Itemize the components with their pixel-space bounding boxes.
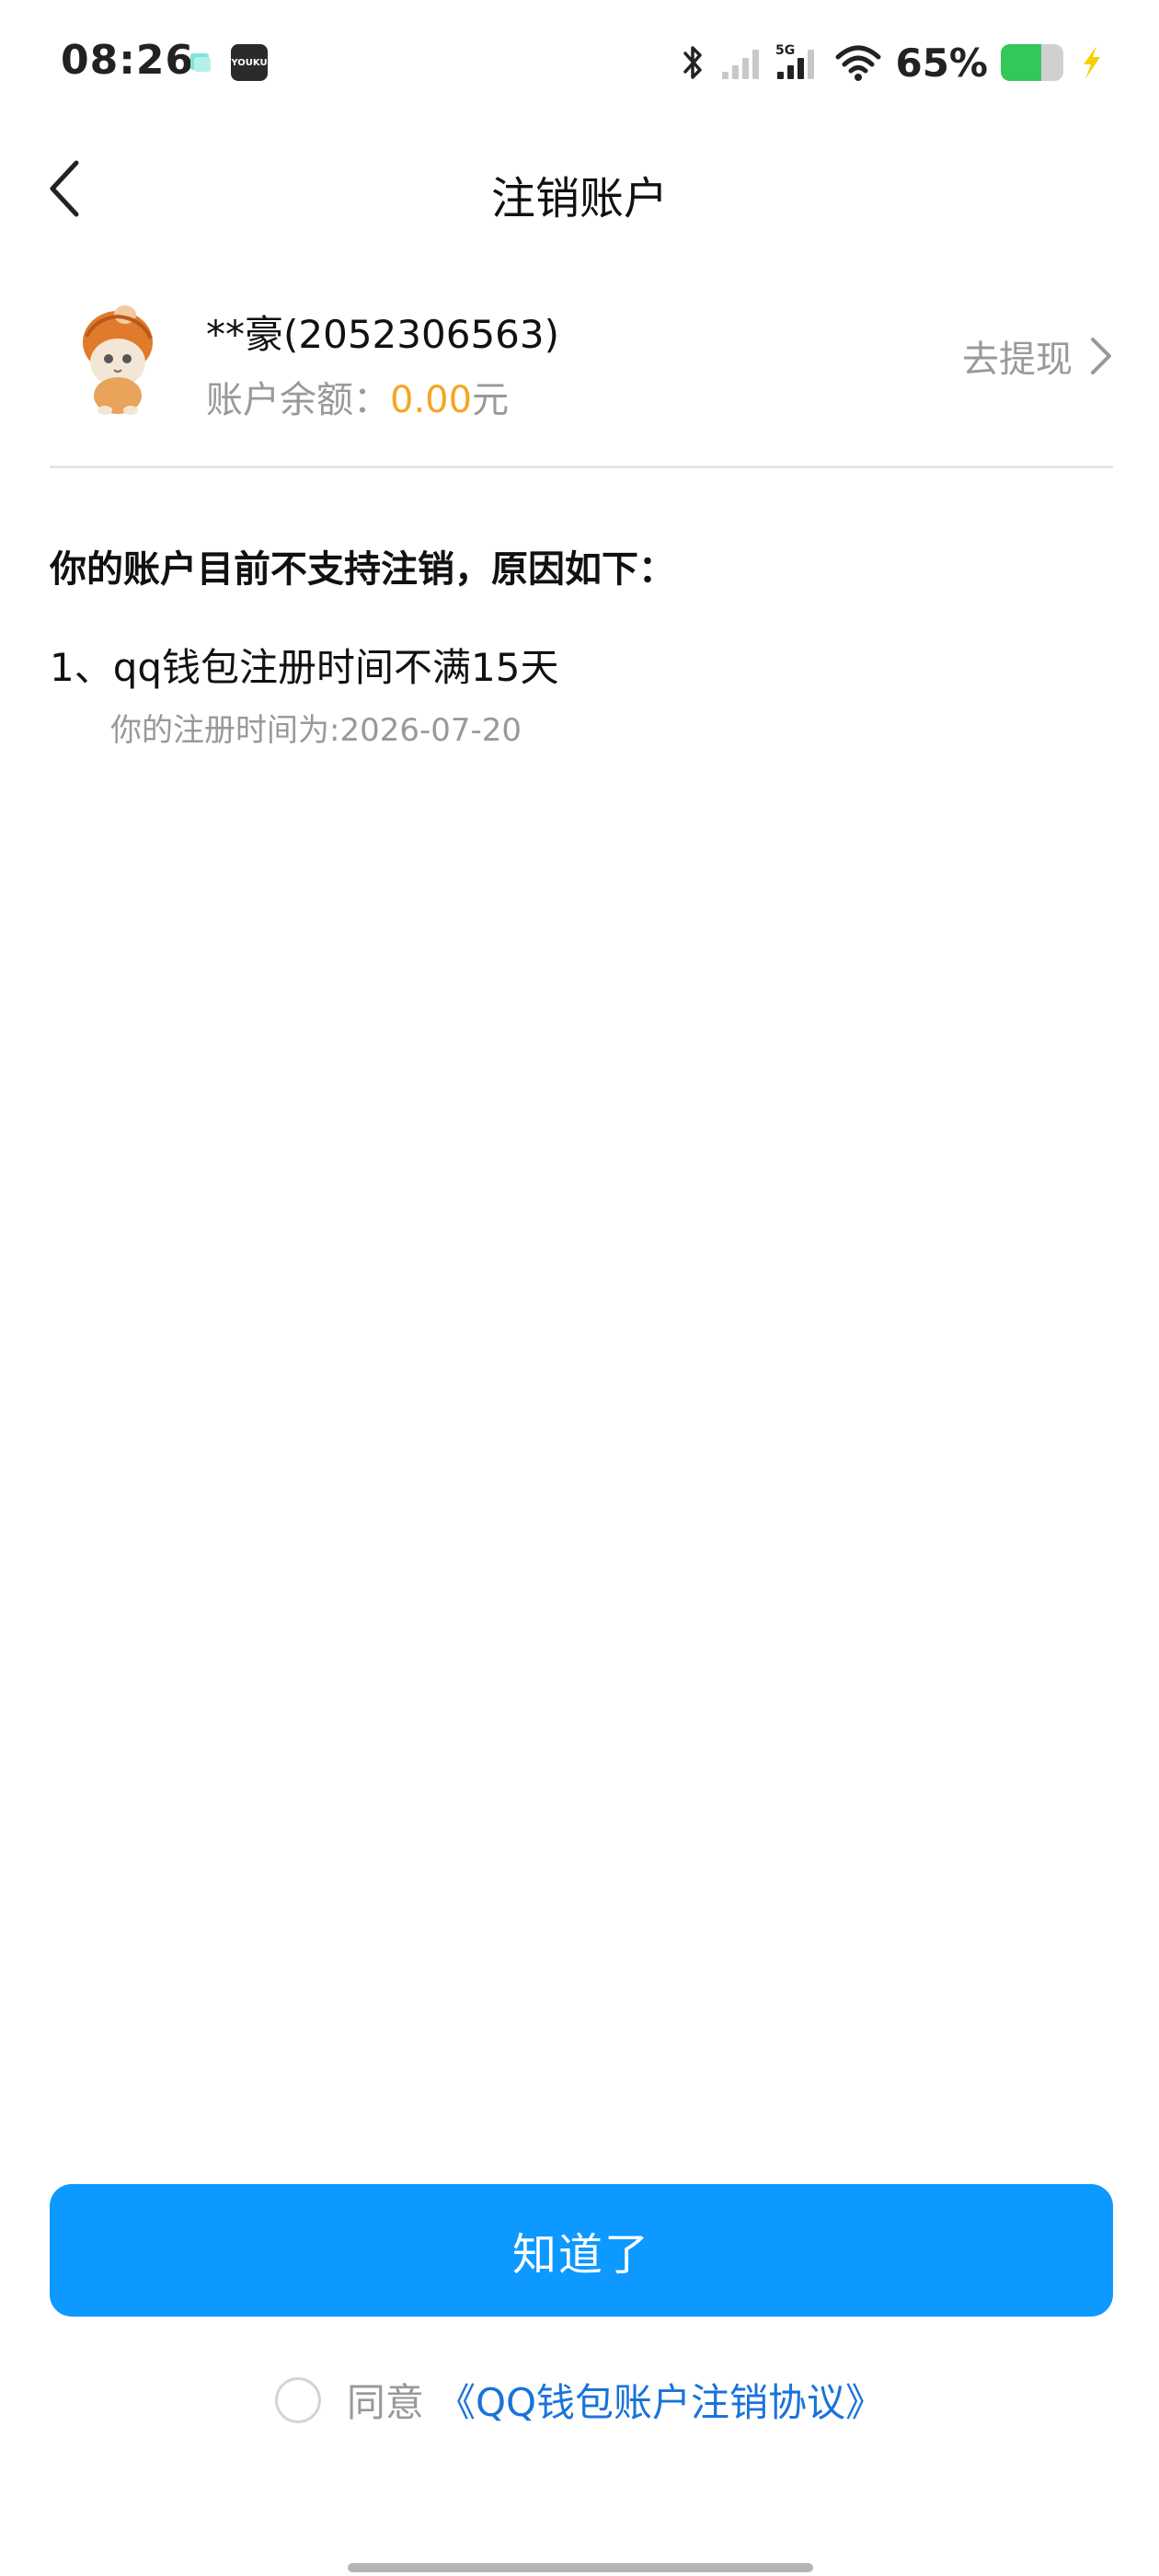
status-bar: 08:26 YOUKU 5G 65% bbox=[0, 0, 1159, 129]
balance-row: 账户余额：0.00元 bbox=[206, 370, 509, 423]
confirm-button[interactable]: 知道了 bbox=[50, 2184, 1113, 2317]
wifi-icon bbox=[835, 45, 881, 81]
bluetooth-icon bbox=[683, 46, 703, 79]
battery-percentage: 65% bbox=[895, 40, 988, 86]
withdraw-label: 去提现 bbox=[962, 339, 1073, 381]
home-indicator[interactable] bbox=[348, 2563, 813, 2572]
reason-item-detail: 你的注册时间为:2026-07-20 bbox=[110, 712, 522, 749]
account-name: **豪(2052306563) bbox=[206, 312, 559, 357]
battery-icon bbox=[1001, 44, 1063, 81]
chevron-right-icon bbox=[1091, 338, 1111, 374]
chat-app-icon bbox=[190, 53, 211, 72]
page-title: 注销账户 bbox=[490, 173, 668, 224]
balance-amount: 0.00 bbox=[390, 379, 473, 421]
account-card: **豪(2052306563) 账户余额：0.00元 去提现 bbox=[50, 285, 1113, 468]
status-indicators: 5G 65% bbox=[680, 37, 1104, 88]
signal-icon bbox=[722, 50, 760, 79]
charging-icon bbox=[1084, 46, 1100, 79]
agree-text: 同意 bbox=[346, 2380, 424, 2425]
signal-5g-icon: 5G bbox=[775, 43, 815, 79]
reason-item-title: 1、qq钱包注册时间不满15天 bbox=[50, 645, 559, 690]
withdraw-button[interactable]: 去提现 bbox=[962, 329, 1113, 383]
network-label: 5G bbox=[775, 43, 795, 58]
balance-unit: 元 bbox=[472, 379, 510, 421]
navigation-bar: 注销账户 bbox=[0, 129, 1159, 248]
agreement-link[interactable]: 《QQ钱包账户注销协议》 bbox=[437, 2372, 884, 2428]
battery-fill bbox=[1001, 44, 1042, 81]
agree-checkbox[interactable] bbox=[274, 2376, 321, 2423]
agreement-row: 同意 《QQ钱包账户注销协议》 bbox=[0, 2372, 1159, 2428]
youku-app-icon: YOUKU bbox=[231, 44, 268, 81]
status-time: 08:26 bbox=[61, 37, 195, 84]
cat-avatar-icon bbox=[83, 305, 153, 415]
balance-label: 账户余额： bbox=[206, 379, 390, 421]
reason-heading: 你的账户目前不支持注销，原因如下： bbox=[50, 548, 675, 591]
